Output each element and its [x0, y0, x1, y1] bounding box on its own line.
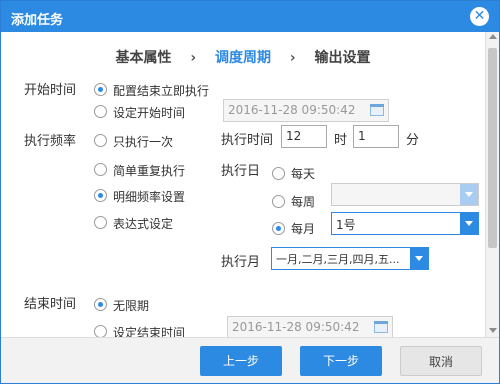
step-basic-properties[interactable]: 基本属性 [115, 47, 171, 67]
scroll-up-icon[interactable] [489, 34, 497, 39]
next-button[interactable]: 下一步 [300, 346, 382, 376]
chevron-down-icon[interactable] [410, 248, 428, 269]
set-end-time-radio[interactable] [94, 325, 107, 337]
monthly-radio[interactable] [272, 222, 285, 235]
minute-input[interactable]: 1 [353, 125, 399, 148]
add-task-dialog: 添加任务 ✕ 基本属性 › 调度周期 › 输出设置 开始时间 配置结束立即执行 … [0, 0, 500, 384]
step-indicator: 基本属性 › 调度周期 › 输出设置 [1, 47, 485, 67]
hour-input[interactable]: 12 [281, 125, 327, 148]
minute-unit: 分 [406, 133, 420, 148]
calendar-icon[interactable] [367, 99, 387, 121]
no-end-radio[interactable] [94, 298, 107, 311]
scroll-down-icon[interactable] [489, 328, 497, 333]
month-day-select-value: 1号 [336, 218, 356, 232]
detailed-frequency-label[interactable]: 明细频率设置 [113, 188, 185, 205]
set-end-time-label[interactable]: 设定结束时间 [113, 324, 185, 337]
detailed-frequency-radio[interactable] [94, 189, 107, 202]
exec-month-select-value: 一月,二月,三月,四月,五... [276, 253, 400, 266]
hour-unit: 时 [334, 133, 348, 148]
scroll-thumb[interactable] [488, 48, 497, 248]
dialog-content: 基本属性 › 调度周期 › 输出设置 开始时间 配置结束立即执行 设定开始时间 … [1, 32, 485, 337]
dialog-title: 添加任务 [11, 13, 64, 28]
weekly-radio[interactable] [272, 195, 285, 208]
start-immediately-radio[interactable] [94, 83, 107, 96]
weekly-label[interactable]: 每周 [291, 193, 315, 210]
set-start-time-label[interactable]: 设定开始时间 [113, 104, 185, 121]
frequency-label: 执行频率 [24, 134, 77, 149]
step-output-settings[interactable]: 输出设置 [315, 47, 371, 67]
exec-month-label: 执行月 [221, 255, 261, 270]
calendar-icon[interactable] [371, 316, 391, 337]
close-icon[interactable]: ✕ [470, 7, 489, 26]
chevron-down-icon[interactable] [460, 184, 478, 205]
start-time-label: 开始时间 [24, 83, 77, 98]
expression-radio[interactable] [94, 216, 107, 229]
end-time-label: 结束时间 [24, 297, 77, 312]
start-immediately-label[interactable]: 配置结束立即执行 [113, 82, 209, 99]
daily-radio[interactable] [272, 167, 285, 180]
vertical-scrollbar[interactable] [485, 32, 499, 337]
exec-month-select[interactable]: 一月,二月,三月,四月,五... [271, 247, 429, 270]
once-label[interactable]: 只执行一次 [113, 133, 173, 150]
titlebar: 添加任务 ✕ [1, 1, 499, 32]
no-end-label[interactable]: 无限期 [113, 297, 149, 314]
exec-time-label: 执行时间 [221, 133, 274, 148]
start-datetime-input[interactable]: 2016-11-28 09:50:42 [223, 99, 389, 122]
prev-button[interactable]: 上一步 [200, 346, 282, 376]
expression-label[interactable]: 表达式设定 [113, 215, 173, 232]
simple-repeat-radio[interactable] [94, 163, 107, 176]
weekday-select[interactable] [331, 183, 479, 206]
once-radio[interactable] [94, 134, 107, 147]
simple-repeat-label[interactable]: 简单重复执行 [113, 162, 185, 179]
dialog-footer: 上一步 下一步 取消 [1, 337, 499, 383]
cancel-button[interactable]: 取消 [400, 346, 482, 376]
chevron-right-icon: › [190, 50, 197, 66]
chevron-down-icon[interactable] [460, 213, 478, 234]
chevron-right-icon: › [289, 50, 296, 66]
exec-day-label: 执行日 [221, 164, 261, 179]
month-day-select[interactable]: 1号 [331, 212, 479, 235]
daily-label[interactable]: 每天 [291, 165, 315, 182]
step-schedule-period[interactable]: 调度周期 [215, 47, 271, 67]
end-datetime-input[interactable]: 2016-11-28 09:50:42 [227, 316, 393, 337]
monthly-label[interactable]: 每月 [291, 220, 315, 237]
set-start-time-radio[interactable] [94, 105, 107, 118]
